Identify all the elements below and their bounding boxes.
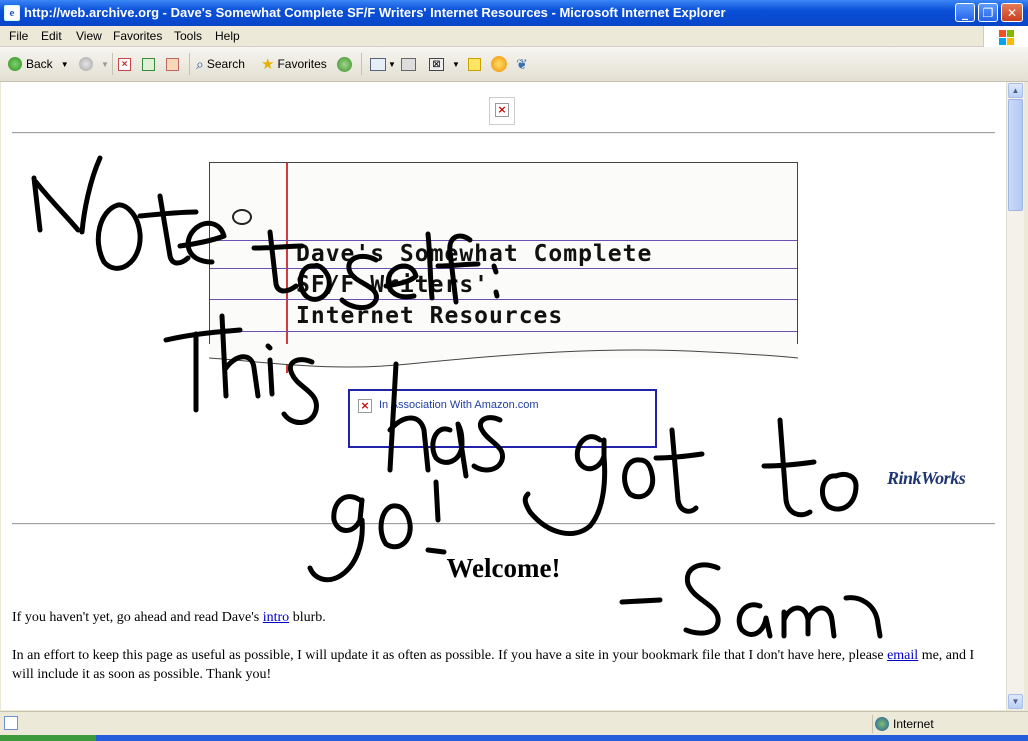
security-zone: Internet xyxy=(872,715,934,733)
start-button[interactable] xyxy=(0,735,96,741)
globe-icon xyxy=(875,717,889,731)
page-icon xyxy=(4,716,18,730)
vertical-scrollbar[interactable]: ▲ ▼ xyxy=(1006,82,1024,710)
handwritten-note-overlay xyxy=(31,155,883,639)
scroll-up-icon[interactable]: ▲ xyxy=(1008,83,1023,98)
scroll-down-icon[interactable]: ▼ xyxy=(1008,694,1023,709)
zone-label: Internet xyxy=(893,717,934,731)
scroll-thumb[interactable] xyxy=(1008,99,1023,211)
taskbar xyxy=(0,735,1028,741)
status-bar: Internet xyxy=(0,711,1028,736)
